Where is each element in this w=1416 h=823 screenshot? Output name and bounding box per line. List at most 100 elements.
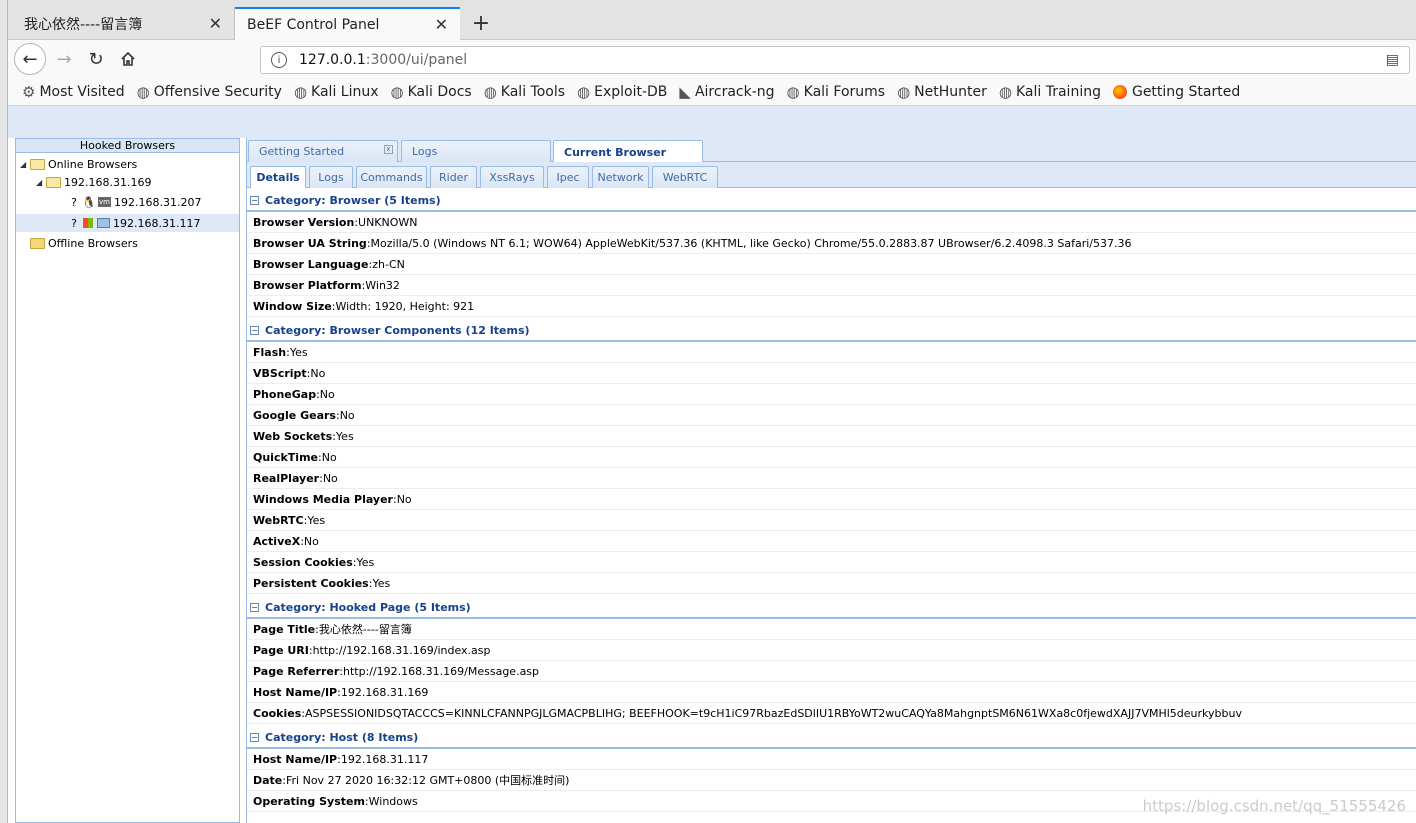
sub-tab-strip: Details Logs Commands Rider XssRays Ipec Netwo…	[247, 162, 1416, 188]
subtab-commands[interactable]: Commands	[356, 166, 427, 188]
detail-value: No	[339, 408, 355, 422]
new-tab-button[interactable]: +	[466, 8, 496, 38]
detail-value: Mozilla/5.0 (Windows NT 6.1; WOW64) Appl…	[370, 236, 1132, 250]
bookmark-label: Aircrack-ng	[694, 83, 775, 100]
bookmark-item[interactable]: ◍ Exploit-DB	[577, 83, 667, 101]
globe-icon: ◍	[998, 82, 1012, 101]
detail-row[interactable]: Windows Media Player: No	[247, 489, 1416, 510]
reload-button[interactable]: ↻	[82, 45, 110, 73]
collapse-icon[interactable]: −	[250, 732, 259, 742]
detail-row[interactable]: Page Referrer: http://192.168.31.169/Mes…	[247, 661, 1416, 682]
aircrack-icon: ◣	[679, 82, 691, 101]
expand-arrow-icon[interactable]: ◢	[36, 178, 46, 187]
collapse-icon[interactable]: −	[250, 602, 259, 612]
detail-row[interactable]: Google Gears: No	[247, 405, 1416, 426]
bookmark-item[interactable]: ◍ Kali Forums	[787, 83, 886, 101]
bookmark-item[interactable]: ◍ Kali Docs	[391, 83, 472, 101]
tree-host-node[interactable]: ◢ 192.168.31.169	[36, 173, 151, 191]
globe-icon: ◍	[786, 82, 800, 101]
reader-view-icon[interactable]: ▤	[1386, 52, 1399, 68]
close-icon[interactable]: x	[384, 145, 393, 154]
tree-offline-browsers[interactable]: Offline Browsers	[20, 234, 138, 252]
detail-row[interactable]: Flash: Yes	[247, 342, 1416, 363]
detail-row[interactable]: ActiveX: No	[247, 531, 1416, 552]
detail-key: Host Name/IP	[253, 752, 338, 766]
globe-icon: ◍	[897, 82, 911, 101]
detail-row[interactable]: Page Title: 我心依然----留言簿	[247, 619, 1416, 640]
detail-row[interactable]: Browser Version: UNKNOWN	[247, 212, 1416, 233]
tree-client-117[interactable]: ? 192.168.31.117	[16, 214, 239, 232]
subtab-details[interactable]: Details	[250, 166, 306, 188]
detail-row[interactable]: Browser UA String: Mozilla/5.0 (Windows …	[247, 233, 1416, 254]
home-button[interactable]	[114, 45, 142, 73]
detail-row[interactable]: Page URI: http://192.168.31.169/index.as…	[247, 640, 1416, 661]
detail-key: QuickTime	[253, 450, 318, 464]
expand-arrow-icon[interactable]: ◢	[20, 160, 30, 169]
browser-tab-beef[interactable]: BeEF Control Panel ✕	[235, 7, 460, 40]
detail-row[interactable]: Session Cookies: Yes	[247, 552, 1416, 573]
info-icon[interactable]: i	[271, 52, 287, 68]
close-icon[interactable]: ✕	[209, 14, 222, 33]
detail-key: Google Gears	[253, 408, 336, 422]
category-header[interactable]: − Category: Browser (5 Items)	[247, 190, 1416, 212]
bookmark-item[interactable]: ◣ Aircrack-ng	[679, 83, 774, 101]
subtab-xssrays[interactable]: XssRays	[480, 166, 544, 188]
back-button[interactable]: ←	[14, 43, 46, 75]
tree-client-207[interactable]: ? 🐧 vm 192.168.31.207	[68, 193, 201, 211]
detail-row[interactable]: Date: Fri Nov 27 2020 16:32:12 GMT+0800 …	[247, 770, 1416, 791]
tab-getting-started[interactable]: Getting Started x	[248, 140, 398, 162]
detail-row[interactable]: VBScript: No	[247, 363, 1416, 384]
detail-value: Yes	[335, 429, 354, 443]
category-title: Category: Browser (5 Items)	[265, 193, 441, 207]
bookmark-item[interactable]: ⚙ Most Visited	[22, 83, 125, 101]
detail-key: RealPlayer	[253, 471, 320, 485]
category-header[interactable]: − Category: Browser Components (12 Items)	[247, 320, 1416, 342]
detail-key: ActiveX	[253, 534, 301, 548]
forward-button[interactable]: →	[50, 45, 78, 73]
category-header[interactable]: − Category: Hooked Page (5 Items)	[247, 597, 1416, 619]
detail-row[interactable]: Host Name/IP: 192.168.31.117	[247, 749, 1416, 770]
detail-value: Win32	[365, 278, 400, 292]
url-host: 127.0.0.1	[299, 52, 366, 68]
detail-row[interactable]: Web Sockets: Yes	[247, 426, 1416, 447]
browser-tab-guestbook[interactable]: 我心依然----留言簿 ✕	[12, 7, 235, 40]
tree-online-browsers[interactable]: ◢ Online Browsers	[20, 155, 137, 173]
detail-row[interactable]: Browser Language: zh-CN	[247, 254, 1416, 275]
collapse-icon[interactable]: −	[250, 325, 259, 335]
detail-value: UNKNOWN	[358, 215, 418, 229]
globe-icon: ◍	[577, 82, 591, 101]
bookmark-item[interactable]: ◍ Kali Training	[999, 83, 1101, 101]
detail-row[interactable]: RealPlayer: No	[247, 468, 1416, 489]
bookmark-item[interactable]: ◍ Kali Linux	[294, 83, 379, 101]
detail-row[interactable]: Cookies: ASPSESSIONIDSQTACCCS=KINNLCFANN…	[247, 703, 1416, 724]
subtab-logs[interactable]: Logs	[309, 166, 353, 188]
tree-label: Offline Browsers	[48, 236, 138, 250]
category-header[interactable]: − Category: Host (8 Items)	[247, 727, 1416, 749]
url-bar[interactable]: i 127.0.0.1:3000/ui/panel ▤	[260, 46, 1410, 74]
detail-row[interactable]: Browser Platform: Win32	[247, 275, 1416, 296]
bookmark-item[interactable]: ◍ Offensive Security	[137, 83, 282, 101]
subtab-ipec[interactable]: Ipec	[547, 166, 589, 188]
collapse-icon[interactable]: −	[250, 195, 259, 205]
detail-row[interactable]: Persistent Cookies: Yes	[247, 573, 1416, 594]
bookmark-item[interactable]: ◍ NetHunter	[897, 83, 987, 101]
detail-value: Yes	[356, 555, 375, 569]
detail-row[interactable]: Window Size: Width: 1920, Height: 921	[247, 296, 1416, 317]
tab-logs[interactable]: Logs	[401, 140, 551, 162]
detail-row[interactable]: PhoneGap: No	[247, 384, 1416, 405]
detail-value: Windows	[368, 794, 418, 808]
subtab-webrtc[interactable]: WebRTC	[652, 166, 718, 188]
detail-value: http://192.168.31.169/Message.asp	[342, 664, 540, 678]
detail-value: 192.168.31.117	[340, 752, 429, 766]
subtab-rider[interactable]: Rider	[430, 166, 477, 188]
bookmark-item[interactable]: ◍ Kali Tools	[484, 83, 565, 101]
detail-row[interactable]: Host Name/IP: 192.168.31.169	[247, 682, 1416, 703]
subtab-network[interactable]: Network	[592, 166, 649, 188]
bookmark-label: NetHunter	[914, 83, 987, 100]
detail-row[interactable]: QuickTime: No	[247, 447, 1416, 468]
tab-label: Current Browser	[564, 145, 667, 159]
detail-row[interactable]: WebRTC: Yes	[247, 510, 1416, 531]
bookmark-item[interactable]: Getting Started	[1112, 84, 1240, 100]
tab-current-browser[interactable]: Current Browser	[553, 140, 703, 163]
close-icon[interactable]: ✕	[435, 15, 448, 34]
